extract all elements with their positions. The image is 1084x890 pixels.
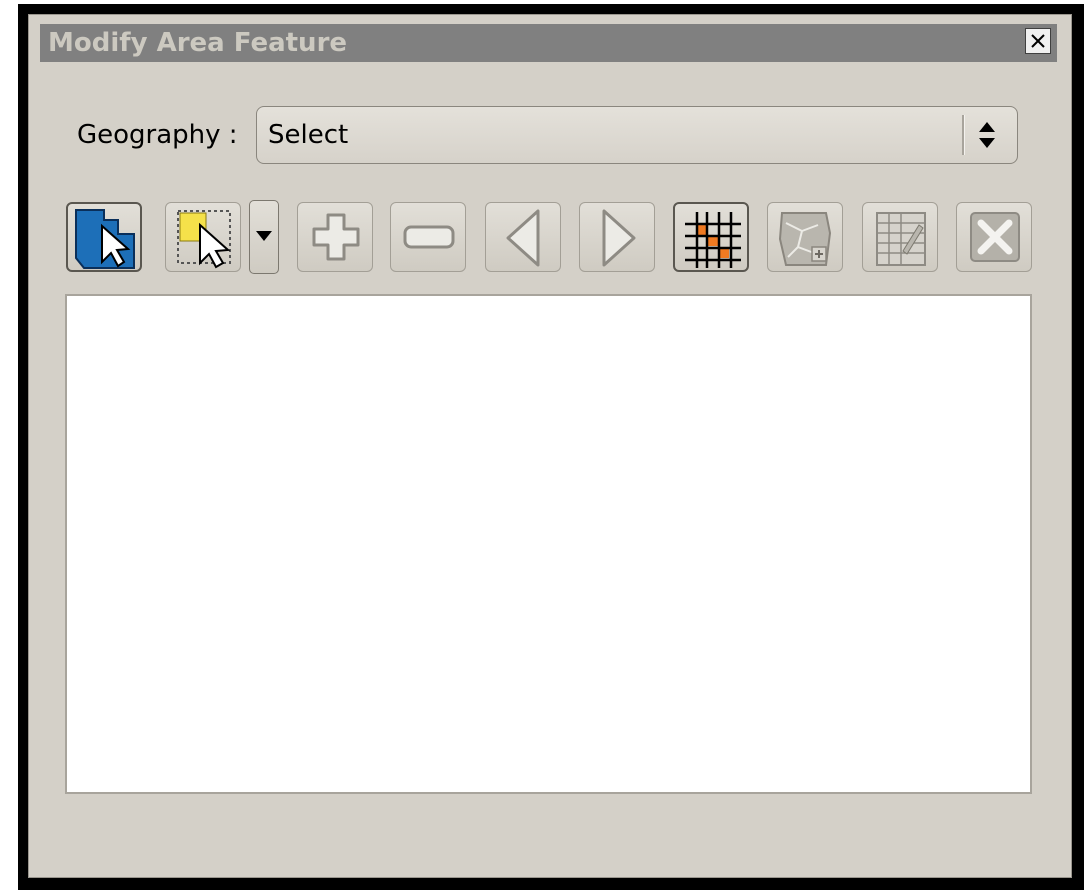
selection-mode-dropdown-button[interactable] [249,200,279,274]
next-icon [602,209,636,267]
close-icon [1031,34,1045,48]
rectangle-select-button[interactable] [165,202,241,272]
rectangle-select-icon [177,210,231,269]
previous-icon [506,209,540,267]
geography-label: Geography : [77,120,238,150]
table-edit-button[interactable] [862,202,938,272]
feature-list[interactable] [65,294,1032,794]
previous-button[interactable] [485,202,561,272]
geography-select[interactable]: Select [256,106,1018,164]
grid-zoom-button[interactable] [673,202,749,272]
select-area-feature-button[interactable] [66,202,142,272]
add-icon [312,213,360,261]
remove-icon [403,225,455,249]
up-down-arrows-icon [979,122,995,148]
close-button[interactable] [1025,28,1051,54]
next-button[interactable] [579,202,655,272]
delete-icon [970,212,1020,262]
select-separator [962,115,965,155]
remove-button[interactable] [390,202,466,272]
map-edit-button[interactable] [767,202,843,272]
dropdown-arrow-icon [256,231,272,241]
geography-selected-value: Select [268,120,349,150]
select-area-feature-icon [75,209,135,269]
grid-zoom-icon [685,212,741,268]
table-edit-icon [876,212,926,266]
add-button[interactable] [297,202,373,272]
map-edit-icon [778,212,832,266]
window-title: Modify Area Feature [48,28,348,58]
title-bar[interactable]: Modify Area Feature [40,24,1057,62]
delete-button[interactable] [956,202,1032,272]
